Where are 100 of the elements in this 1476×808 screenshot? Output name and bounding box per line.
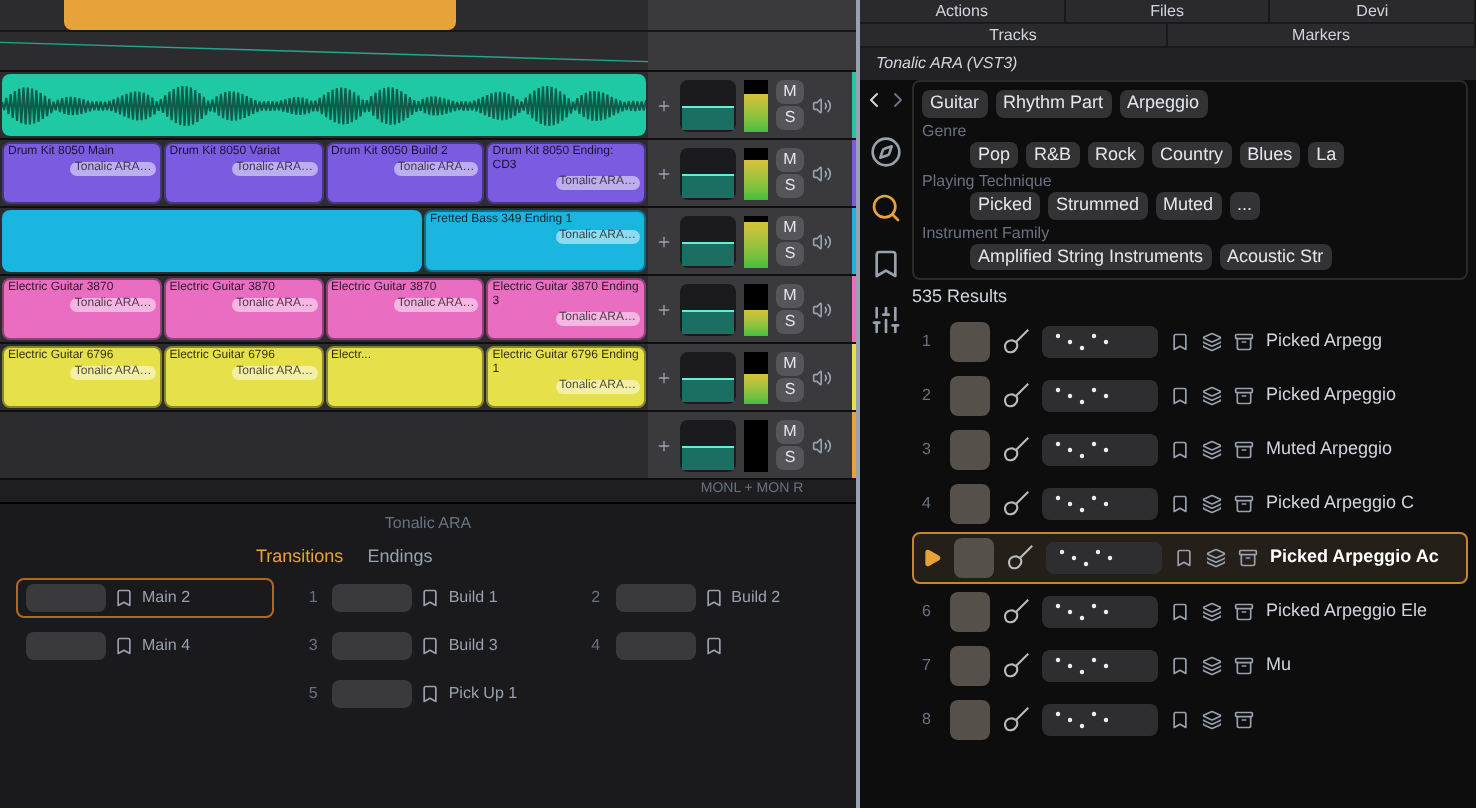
layers-icon[interactable]: [1202, 331, 1222, 351]
bookmark-icon[interactable]: [870, 248, 902, 280]
compass-icon[interactable]: [870, 136, 902, 168]
menu-item[interactable]: Markers: [1168, 24, 1476, 46]
bookmark-icon[interactable]: [1170, 709, 1190, 729]
result-row[interactable]: 2 Picked Arpeggio: [912, 369, 1468, 421]
speaker-icon[interactable]: [812, 163, 832, 183]
box-icon[interactable]: [1234, 655, 1254, 675]
bookmark-icon[interactable]: [1170, 493, 1190, 513]
tab[interactable]: Endings: [367, 543, 433, 570]
bookmark-icon[interactable]: [1170, 385, 1190, 405]
layers-icon[interactable]: [1202, 709, 1222, 729]
layers-icon[interactable]: [1202, 655, 1222, 675]
speaker-icon[interactable]: [812, 299, 832, 319]
search-tag[interactable]: Guitar: [922, 90, 988, 117]
layers-icon[interactable]: [1206, 547, 1226, 567]
bookmark-icon[interactable]: [1170, 655, 1190, 675]
box-icon[interactable]: [1234, 493, 1254, 513]
box-icon[interactable]: [1234, 439, 1254, 459]
box-icon[interactable]: [1234, 331, 1254, 351]
box-icon[interactable]: [1234, 709, 1254, 729]
add-icon[interactable]: [656, 233, 672, 249]
result-row[interactable]: 4 Picked Arpeggio C: [912, 477, 1468, 529]
search-icon[interactable]: [870, 192, 902, 224]
add-icon[interactable]: [656, 369, 672, 385]
add-icon[interactable]: [656, 301, 672, 317]
add-icon[interactable]: [656, 165, 672, 181]
volume-fader[interactable]: [680, 419, 736, 471]
mute-button[interactable]: M: [776, 148, 804, 172]
menu-item[interactable]: Devi: [1270, 0, 1476, 22]
play-icon[interactable]: [922, 547, 942, 567]
filter-chip[interactable]: Acoustic Str: [1219, 243, 1332, 270]
solo-button[interactable]: S: [776, 242, 804, 266]
pattern-item[interactable]: 5 Pick Up 1: [298, 674, 558, 714]
add-icon[interactable]: [656, 437, 672, 453]
filter-chip[interactable]: Picked: [970, 192, 1041, 219]
clip[interactable]: [2, 210, 422, 272]
box-icon[interactable]: [1238, 547, 1258, 567]
bookmark-icon[interactable]: [420, 636, 441, 656]
filter-chip[interactable]: Country: [1152, 141, 1232, 168]
filter-chip[interactable]: Muted: [1155, 192, 1222, 219]
pattern-item[interactable]: 3 Build 3: [298, 626, 558, 666]
layers-icon[interactable]: [1202, 439, 1222, 459]
bookmark-icon[interactable]: [703, 588, 724, 608]
layers-icon[interactable]: [1202, 601, 1222, 621]
bookmark-icon[interactable]: [114, 636, 134, 656]
chord-clip[interactable]: [64, 0, 456, 30]
filter-chip[interactable]: La: [1308, 141, 1345, 168]
add-icon[interactable]: [656, 97, 672, 113]
speaker-icon[interactable]: [812, 231, 832, 251]
search-tag[interactable]: Arpeggio: [1119, 90, 1208, 117]
solo-button[interactable]: S: [776, 446, 804, 470]
menu-item[interactable]: Actions: [860, 0, 1066, 22]
volume-fader[interactable]: [680, 283, 736, 335]
bookmark-icon[interactable]: [420, 684, 441, 704]
search-tag[interactable]: Rhythm Part: [995, 90, 1112, 117]
mute-button[interactable]: M: [776, 352, 804, 376]
volume-fader[interactable]: [680, 351, 736, 403]
result-row[interactable]: 1 Picked Arpegg: [912, 315, 1468, 367]
layers-icon[interactable]: [1202, 385, 1222, 405]
volume-fader[interactable]: [680, 147, 736, 199]
tab[interactable]: Transitions: [256, 543, 344, 570]
pattern-item[interactable]: 1 Build 1: [298, 578, 558, 618]
mute-button[interactable]: M: [776, 216, 804, 240]
pattern-item[interactable]: 2 Build 2: [581, 578, 840, 618]
pattern-item[interactable]: Main 4: [16, 626, 275, 666]
result-row[interactable]: Picked Arpeggio Ac: [912, 531, 1468, 583]
menu-item[interactable]: Tracks: [860, 24, 1168, 46]
box-icon[interactable]: [1234, 385, 1254, 405]
solo-button[interactable]: S: [776, 310, 804, 334]
filter-chip[interactable]: Pop: [970, 141, 1019, 168]
pattern-item[interactable]: Main 2: [16, 578, 275, 618]
bookmark-icon[interactable]: [1170, 439, 1190, 459]
sliders-icon[interactable]: [870, 304, 902, 336]
solo-button[interactable]: S: [776, 378, 804, 402]
filter-chip[interactable]: Amplified String Instruments: [970, 243, 1212, 270]
mute-button[interactable]: M: [776, 284, 804, 308]
result-row[interactable]: 8: [912, 693, 1468, 745]
result-row[interactable]: 6 Picked Arpeggio Ele: [912, 585, 1468, 637]
mute-button[interactable]: M: [776, 80, 804, 104]
speaker-icon[interactable]: [812, 95, 832, 115]
mute-button[interactable]: M: [776, 420, 804, 444]
solo-button[interactable]: S: [776, 174, 804, 198]
bookmark-icon[interactable]: [703, 636, 724, 656]
filter-chip[interactable]: Strummed: [1048, 192, 1148, 219]
pattern-item[interactable]: 4: [581, 626, 840, 666]
bookmark-icon[interactable]: [420, 588, 441, 608]
bookmark-icon[interactable]: [1174, 547, 1194, 567]
result-row[interactable]: 7 Mu: [912, 639, 1468, 691]
speaker-icon[interactable]: [812, 367, 832, 387]
volume-fader[interactable]: [680, 215, 736, 267]
bookmark-icon[interactable]: [1170, 331, 1190, 351]
box-icon[interactable]: [1234, 601, 1254, 621]
result-row[interactable]: 3 Muted Arpeggio: [912, 423, 1468, 475]
bookmark-icon[interactable]: [1170, 601, 1190, 621]
speaker-icon[interactable]: [812, 435, 832, 455]
menu-item[interactable]: Files: [1065, 0, 1271, 22]
filter-chip[interactable]: Blues: [1239, 141, 1301, 168]
volume-fader[interactable]: [680, 79, 736, 131]
filter-chip[interactable]: R&B: [1026, 141, 1080, 168]
